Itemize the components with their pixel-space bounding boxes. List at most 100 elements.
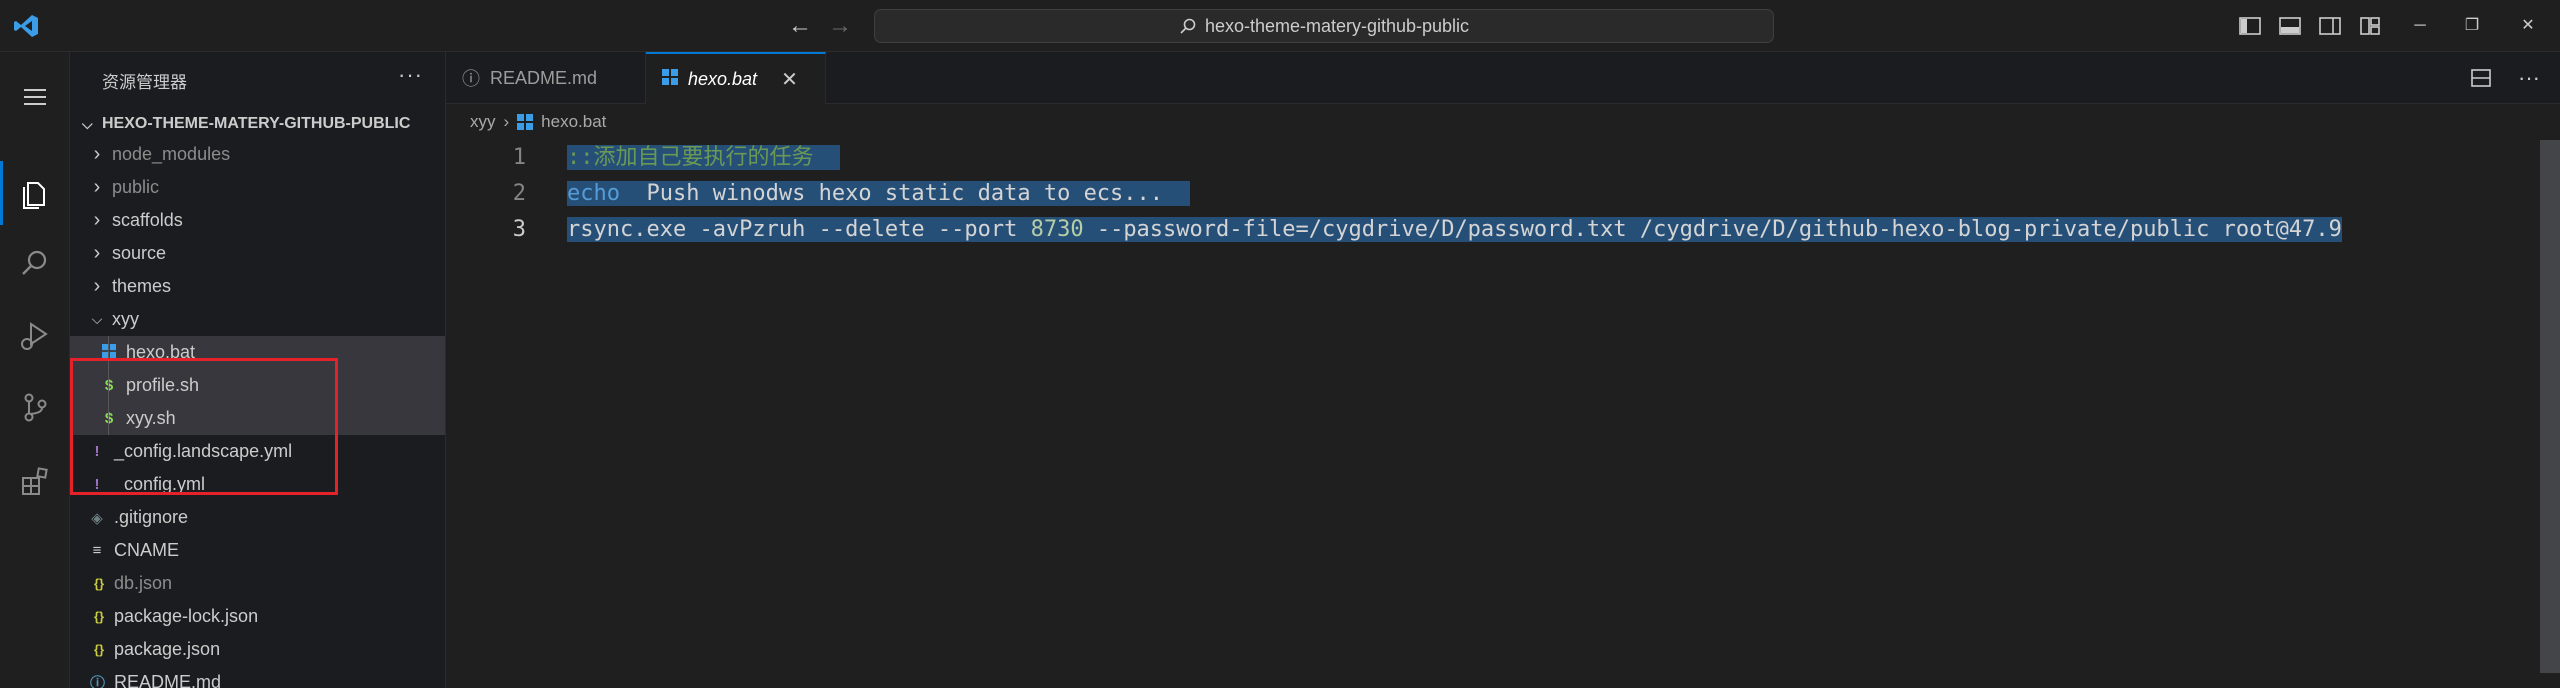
tab-readme[interactable]: ⓘ README.md <box>446 52 646 104</box>
tree-item[interactable]: ! _config.landscape.yml <box>70 435 445 468</box>
source-control-icon[interactable] <box>0 372 70 442</box>
run-debug-icon[interactable] <box>0 300 70 370</box>
code-token: Push winodws hexo static data to ecs... <box>619 181 1164 206</box>
more-actions-icon[interactable]: ··· <box>398 62 423 88</box>
tree-item[interactable]: › scaffolds <box>70 204 445 237</box>
tree-item-label: hexo.bat <box>126 342 196 362</box>
selection-eol <box>813 145 840 170</box>
git-file-icon: ◈ <box>91 509 103 527</box>
sidebar-title: 资源管理器 <box>102 73 187 92</box>
sh-file-icon: $ <box>104 410 114 427</box>
arrow-left-icon[interactable]: ← <box>788 14 812 38</box>
toggle-primary-sidebar-icon[interactable] <box>2238 14 2262 38</box>
indent-guide <box>108 336 109 435</box>
json-file-icon: {} <box>93 642 105 657</box>
code-text: echo Push winodws hexo static data to ec… <box>567 176 1190 212</box>
info-file-icon: ⓘ <box>90 675 106 688</box>
title-bar: ← → hexo-theme-matery-github-public ─ ❐ … <box>0 0 2560 52</box>
more-actions-icon[interactable]: ··· <box>2518 65 2540 91</box>
breadcrumb-folder[interactable]: xyy <box>470 112 496 132</box>
close-icon[interactable]: ✕ <box>781 67 798 92</box>
menu-icon[interactable] <box>0 62 70 132</box>
tree-item-label: _config.landscape.yml <box>114 441 293 461</box>
chevron-down-icon: ⌵ <box>91 311 103 327</box>
breadcrumb-separator: › <box>503 112 510 131</box>
code-line: 2 echo Push winodws hexo static data to e… <box>446 176 2560 212</box>
tree-item-label: public <box>112 177 160 197</box>
toggle-secondary-sidebar-icon[interactable] <box>2318 14 2342 38</box>
tree-item-label: themes <box>112 276 172 296</box>
tree-item[interactable]: ◈ .gitignore <box>70 501 445 534</box>
command-center-text: hexo-theme-matery-github-public <box>1204 15 1470 36</box>
tree-item[interactable]: $ xyy.sh <box>70 402 445 435</box>
tab-hexo-bat[interactable]: hexo.bat ✕ <box>646 52 826 104</box>
tree-item[interactable]: ⌵ xyy <box>70 303 445 336</box>
line-number: 3 <box>512 217 526 242</box>
extensions-icon[interactable] <box>0 446 70 516</box>
editor-actions: ··· <box>2470 52 2560 104</box>
tab-label: README.md <box>490 67 598 88</box>
tree-item[interactable]: › public <box>70 171 445 204</box>
tree-item-label: package.json <box>114 639 221 659</box>
tree-item-label: scaffolds <box>112 210 183 230</box>
tree-item[interactable]: › source <box>70 237 445 270</box>
chevron-right-icon: › <box>93 242 101 264</box>
chevron-right-icon: › <box>93 275 101 297</box>
tree-item-label: node_modules <box>112 144 231 164</box>
tree-item[interactable]: hexo.bat <box>70 336 445 369</box>
tree-item[interactable]: › themes <box>70 270 445 303</box>
customize-layout-icon[interactable] <box>2358 14 2382 38</box>
windows-icon <box>662 68 678 90</box>
tree-item-label: .gitignore <box>114 507 189 527</box>
breadcrumb: xyy › hexo.bat <box>446 104 2560 140</box>
vscode-logo-icon <box>14 15 38 37</box>
tree-item[interactable]: {} db.json <box>70 567 445 600</box>
selection-eol <box>1163 181 1190 206</box>
code-token: --password-file=/cygdrive/D/password.txt… <box>1083 217 2342 242</box>
tree-item-label: package-lock.json <box>114 606 259 626</box>
explorer-sidebar: 资源管理器 ··· ⌵ HEXO-THEME-MATERY-GITHUB-PUB… <box>70 52 446 688</box>
line-number: 1 <box>512 145 526 170</box>
search-icon[interactable] <box>0 228 70 298</box>
code-text: ::添加自己要执行的任务 <box>567 140 840 176</box>
tree-item-label: xyy.sh <box>126 408 176 428</box>
json-file-icon: {} <box>93 609 105 624</box>
tree-item[interactable]: ⓘ README.md <box>70 666 445 688</box>
chevron-right-icon: › <box>93 209 101 231</box>
editor-tab-bar: ⓘ README.md hexo.bat ✕ ··· <box>446 52 2560 104</box>
breadcrumb-file[interactable]: hexo.bat <box>541 112 606 132</box>
chevron-right-icon: › <box>93 176 101 198</box>
tree-item[interactable]: ≡ CNAME <box>70 534 445 567</box>
chevron-right-icon: › <box>93 143 101 165</box>
tree-item[interactable]: {} package.json <box>70 633 445 666</box>
workspace-name: HEXO-THEME-MATERY-GITHUB-PUBLIC <box>102 115 411 132</box>
windows-icon <box>102 343 116 362</box>
arrow-right-icon[interactable]: → <box>828 14 852 38</box>
minimize-icon[interactable]: ─ <box>2408 14 2432 38</box>
chevron-down-icon: ⌵ <box>82 115 93 132</box>
split-editor-icon[interactable] <box>2470 67 2492 89</box>
tree-item[interactable]: {} package-lock.json <box>70 600 445 633</box>
tree-item[interactable]: $ profile.sh <box>70 369 445 402</box>
toggle-panel-icon[interactable] <box>2278 14 2302 38</box>
tree-item[interactable]: › node_modules <box>70 138 445 171</box>
json-file-icon: {} <box>93 576 105 591</box>
code-line: 3 rsync.exe -avPzruh --delete --port 8730… <box>446 212 2560 248</box>
yml-file-icon: ! <box>94 476 100 493</box>
code-editor[interactable]: 1::添加自己要执行的任务 2 echo Push winodws hexo st… <box>446 140 2560 688</box>
tree-item[interactable]: ! _config.yml <box>70 468 445 501</box>
close-window-icon[interactable]: ✕ <box>2516 14 2540 38</box>
workspace-header[interactable]: ⌵ HEXO-THEME-MATERY-GITHUB-PUBLIC <box>70 108 445 140</box>
sh-file-icon: $ <box>104 377 114 394</box>
explorer-icon[interactable] <box>0 158 70 228</box>
restore-icon[interactable]: ❐ <box>2460 14 2484 38</box>
code-token: ::添加自己要执行的任务 <box>567 145 814 170</box>
tree-item-label: db.json <box>114 573 173 593</box>
code-token: echo <box>567 181 620 206</box>
search-icon <box>1180 18 1196 34</box>
scroll-thumb[interactable] <box>2540 140 2560 673</box>
code-token: rsync.exe -avPzruh --delete --port <box>567 217 1031 242</box>
code-token: 8730 <box>1030 217 1084 242</box>
command-center-search[interactable]: hexo-theme-matery-github-public <box>874 9 1774 43</box>
vertical-scrollbar[interactable] <box>2540 140 2560 688</box>
